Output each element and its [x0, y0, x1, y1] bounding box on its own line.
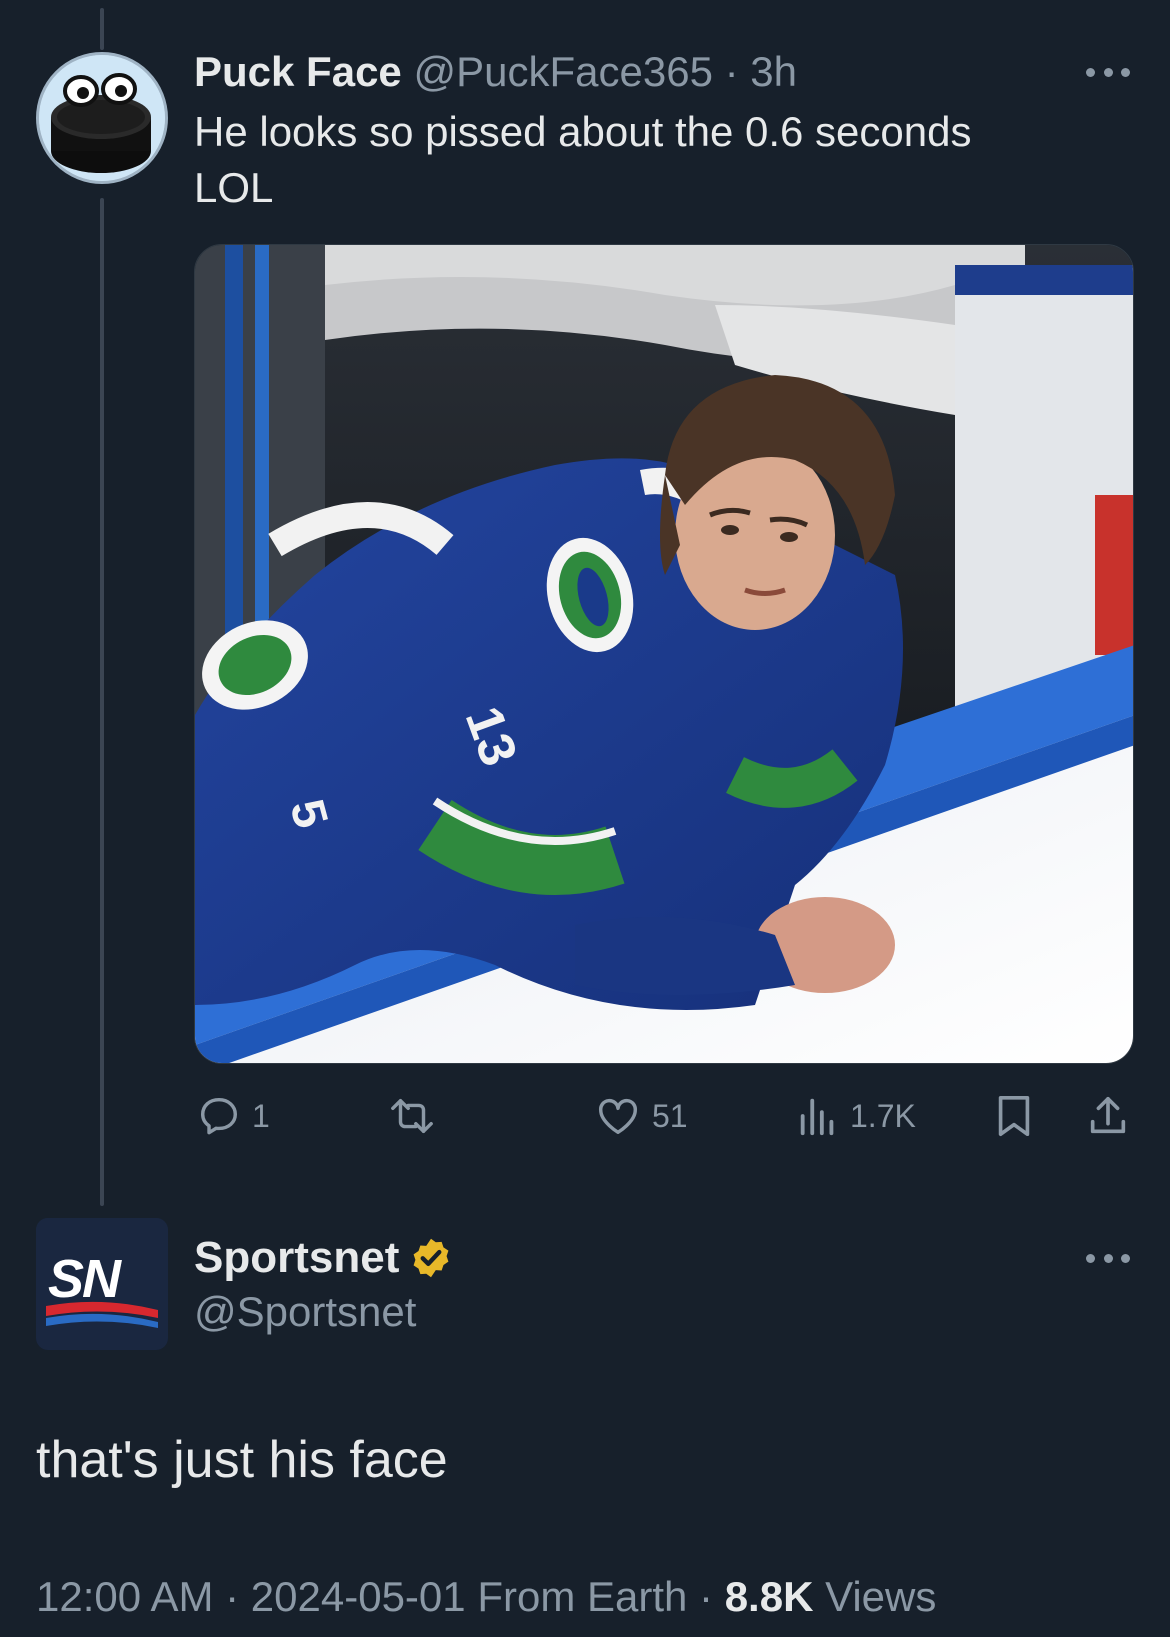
reply-display-name[interactable]: Sportsnet — [194, 1232, 399, 1284]
puck-mascot-icon — [39, 55, 165, 181]
tweet-text-line-2: LOL — [194, 164, 274, 211]
verified-badge-icon — [413, 1238, 449, 1278]
tweet-time[interactable]: 3h — [750, 48, 797, 95]
puck-face-avatar[interactable] — [36, 52, 168, 184]
reply-count: 1 — [252, 1097, 270, 1134]
share-icon — [1090, 1096, 1126, 1134]
reply-button[interactable]: 1 — [196, 1088, 270, 1144]
thread-connector — [100, 198, 104, 1206]
reply-source: From Earth — [477, 1573, 688, 1620]
reply-timestamp[interactable]: 12:00 AM — [36, 1573, 213, 1620]
author-handle[interactable]: @PuckFace365 — [413, 48, 712, 95]
reply-views-count: 8.8K — [724, 1573, 814, 1620]
hockey-player-photo: 13 5 — [195, 245, 1133, 1063]
author-display-name[interactable]: Puck Face — [194, 48, 402, 95]
reply-author-handle[interactable]: @Sportsnet — [194, 1286, 416, 1338]
bookmark-button[interactable] — [994, 1088, 1034, 1144]
reply-icon — [200, 1097, 238, 1135]
views-button[interactable]: 1.7K — [796, 1088, 916, 1144]
reply-text: that's just his face — [36, 1431, 448, 1489]
reply-date[interactable]: 2024-05-01 — [251, 1573, 466, 1620]
heart-icon — [599, 1098, 637, 1135]
views-count: 1.7K — [850, 1097, 916, 1134]
retweet-button[interactable] — [384, 1088, 450, 1144]
header-separator: · — [724, 48, 739, 95]
sportsnet-logo-text: SN — [48, 1249, 121, 1309]
thread-view: Puck Face @PuckFace365 · 3h He looks so … — [0, 0, 1170, 1637]
more-options-icon[interactable] — [1086, 66, 1130, 78]
like-count: 51 — [652, 1097, 688, 1134]
like-button[interactable]: 51 — [594, 1088, 688, 1144]
share-button[interactable] — [1086, 1088, 1130, 1144]
reply-meta: 12:00 AM · 2024-05-01 From Earth · 8.8K … — [36, 1573, 937, 1620]
reply-author-name[interactable]: Sportsnet — [194, 1232, 453, 1284]
sportsnet-avatar[interactable]: SN — [36, 1218, 168, 1350]
retweet-icon — [391, 1098, 433, 1134]
tweet-header: Puck Face @PuckFace365 · 3h — [194, 46, 797, 98]
reply-views-label: Views — [825, 1573, 937, 1620]
tweet-text: He looks so pissed about the 0.6 seconds… — [194, 104, 1094, 216]
analytics-icon — [800, 1098, 834, 1136]
thread-connector-top — [100, 8, 104, 50]
tweet-action-bar: 1 51 1.7K — [0, 1088, 1170, 1144]
tweet-media[interactable]: 13 5 — [194, 244, 1134, 1064]
tweet-text-line-1: He looks so pissed about the 0.6 seconds — [194, 108, 972, 155]
reply-more-options-icon[interactable] — [1086, 1252, 1130, 1264]
bookmark-icon — [998, 1095, 1030, 1137]
